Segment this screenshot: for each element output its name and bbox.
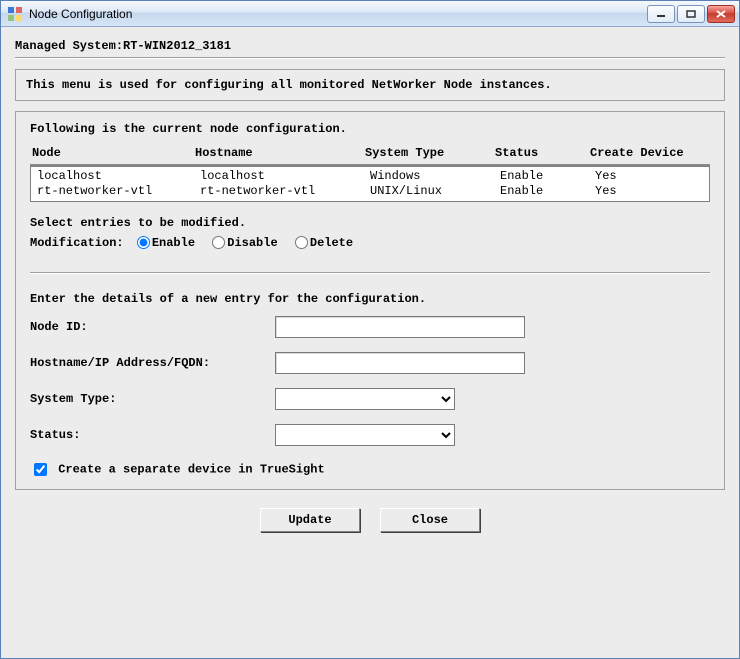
configuration-panel: Following is the current node configurat… (15, 111, 725, 490)
hostname-label: Hostname/IP Address/FQDN: (30, 356, 275, 370)
cell-status: Enable (500, 184, 595, 199)
node-table: Node Hostname System Type Status Create … (30, 146, 710, 202)
col-system-type: System Type (365, 146, 495, 160)
select-entries-label: Select entries to be modified. (30, 216, 710, 230)
update-button[interactable]: Update (260, 508, 360, 532)
radio-enable[interactable] (137, 236, 150, 249)
radio-delete[interactable] (295, 236, 308, 249)
maximize-button[interactable] (677, 5, 705, 23)
managed-system-label: Managed System: (15, 39, 123, 53)
managed-system-value: RT-WIN2012_3181 (123, 39, 231, 53)
managed-system-line: Managed System:RT-WIN2012_3181 (15, 39, 725, 53)
modification-label: Modification: (30, 236, 124, 250)
new-entry-intro: Enter the details of a new entry for the… (30, 292, 710, 306)
divider (15, 57, 725, 59)
cell-node: rt-networker-vtl (35, 184, 200, 199)
divider (30, 272, 710, 274)
client-area: Managed System:RT-WIN2012_3181 This menu… (1, 27, 739, 658)
table-body[interactable]: localhost localhost Windows Enable Yes r… (30, 166, 710, 202)
window-title: Node Configuration (29, 7, 647, 21)
status-select[interactable] (275, 424, 455, 446)
cell-create-device: Yes (595, 184, 705, 199)
cell-hostname: localhost (200, 169, 370, 184)
close-window-button[interactable] (707, 5, 735, 23)
cell-node: localhost (35, 169, 200, 184)
table-header: Node Hostname System Type Status Create … (30, 146, 710, 166)
description-panel: This menu is used for configuring all mo… (15, 69, 725, 101)
button-row: Update Close (15, 508, 725, 532)
app-icon (7, 6, 23, 22)
col-create-device: Create Device (590, 146, 710, 160)
titlebar: Node Configuration (1, 1, 739, 27)
cell-hostname: rt-networker-vtl (200, 184, 370, 199)
table-row[interactable]: rt-networker-vtl rt-networker-vtl UNIX/L… (35, 184, 705, 199)
create-device-checkbox-label[interactable]: Create a separate device in TrueSight (58, 463, 324, 477)
close-button[interactable]: Close (380, 508, 480, 532)
radio-disable-label: Disable (227, 236, 277, 250)
radio-delete-label: Delete (310, 236, 353, 250)
cell-system-type: Windows (370, 169, 500, 184)
cell-create-device: Yes (595, 169, 705, 184)
hostname-input[interactable] (275, 352, 525, 374)
cell-status: Enable (500, 169, 595, 184)
radio-disable[interactable] (212, 236, 225, 249)
cell-system-type: UNIX/Linux (370, 184, 500, 199)
node-configuration-window: Node Configuration Managed System:RT-WIN… (0, 0, 740, 659)
node-id-label: Node ID: (30, 320, 275, 334)
col-node: Node (30, 146, 195, 160)
config-intro: Following is the current node configurat… (30, 122, 710, 136)
description-text: This menu is used for configuring all mo… (26, 78, 552, 92)
minimize-button[interactable] (647, 5, 675, 23)
system-type-label: System Type: (30, 392, 275, 406)
system-type-select[interactable] (275, 388, 455, 410)
radio-enable-label: Enable (152, 236, 195, 250)
col-hostname: Hostname (195, 146, 365, 160)
node-id-input[interactable] (275, 316, 525, 338)
modification-row: Modification: Enable Disable Delete (30, 236, 710, 250)
table-row[interactable]: localhost localhost Windows Enable Yes (35, 169, 705, 184)
status-label: Status: (30, 428, 275, 442)
col-status: Status (495, 146, 590, 160)
create-device-checkbox[interactable] (34, 463, 47, 476)
